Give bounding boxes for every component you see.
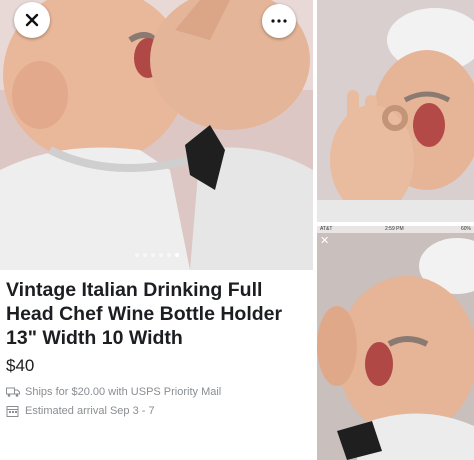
chef-drinking-image xyxy=(317,226,474,460)
pagination-dot[interactable] xyxy=(142,253,147,257)
overlay-status-bar: AT&T 2:59 PM 60% xyxy=(317,226,474,233)
chef-figurine-image xyxy=(0,0,313,270)
chef-hand-gesture-image xyxy=(317,0,474,222)
listing-price: $40 xyxy=(6,356,35,375)
listing-panel: Vintage Italian Drinking Full Head Chef … xyxy=(0,0,313,460)
pagination-dot-active[interactable] xyxy=(174,253,179,257)
calendar-icon xyxy=(6,406,19,417)
pagination-dot[interactable] xyxy=(158,253,163,257)
status-time: 2:59 PM xyxy=(385,226,404,232)
comparison-photo-bottom: AT&T 2:59 PM 60% ✕ xyxy=(317,226,474,460)
more-options-icon xyxy=(271,19,287,23)
overlay-close-icon: ✕ xyxy=(320,235,330,247)
pagination-dot[interactable] xyxy=(166,253,171,257)
shipping-text: Ships for $20.00 with USPS Priority Mail xyxy=(25,386,222,398)
status-battery: 60% xyxy=(460,226,471,232)
arrival-row: Estimated arrival Sep 3 - 7 xyxy=(6,405,306,417)
status-carrier: AT&T xyxy=(320,226,333,232)
shipping-row: Ships for $20.00 with USPS Priority Mail xyxy=(6,386,306,398)
listing-photo[interactable] xyxy=(0,0,313,270)
comparison-photo-top xyxy=(317,0,474,222)
listing-info: Vintage Italian Drinking Full Head Chef … xyxy=(6,278,306,417)
photo-pagination[interactable] xyxy=(0,253,313,257)
more-options-button[interactable] xyxy=(262,4,296,38)
arrival-text: Estimated arrival Sep 3 - 7 xyxy=(25,405,155,417)
listing-title: Vintage Italian Drinking Full Head Chef … xyxy=(6,279,283,349)
close-button[interactable] xyxy=(14,2,50,38)
close-icon xyxy=(25,13,39,27)
pagination-dot[interactable] xyxy=(150,253,155,257)
truck-icon xyxy=(6,387,20,397)
pagination-dot[interactable] xyxy=(134,253,139,257)
